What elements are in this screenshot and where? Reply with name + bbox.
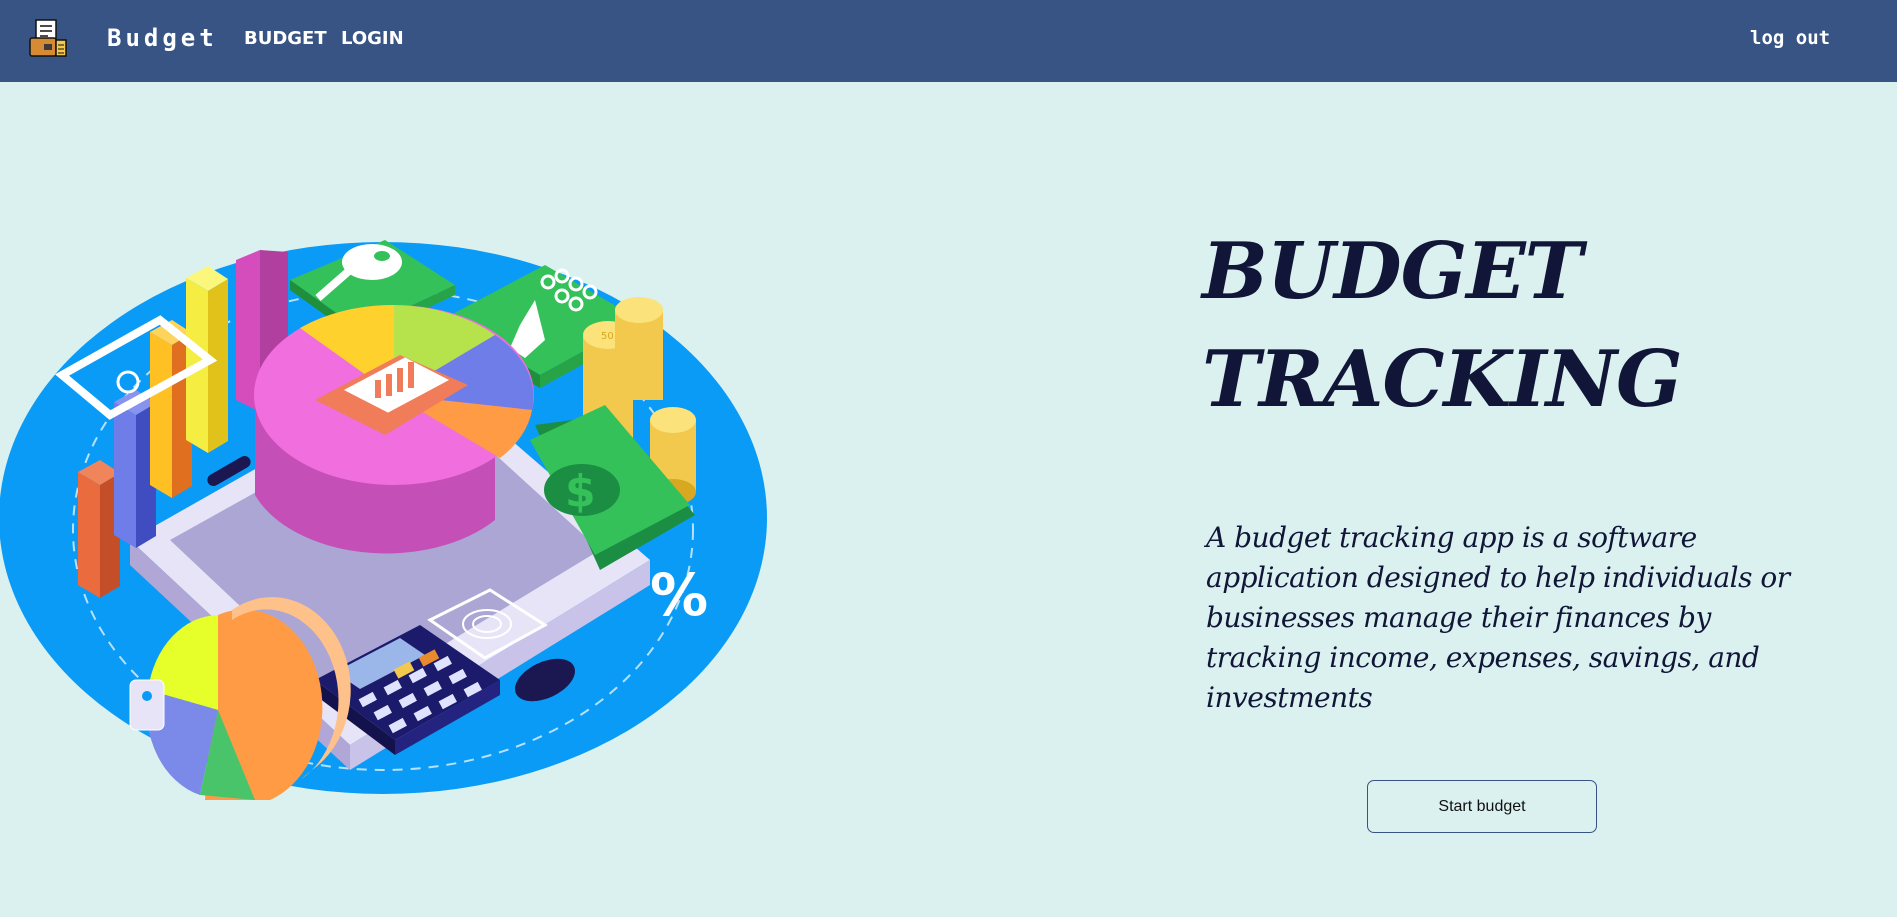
percent-symbol: %: [650, 561, 708, 629]
coin-label: 50: [601, 331, 614, 342]
pie-chart-3d-icon: [254, 304, 534, 554]
nav-link-login[interactable]: LOGIN: [341, 28, 404, 49]
brand-name[interactable]: Budget: [107, 24, 218, 52]
padlock-tag-icon: [129, 679, 165, 731]
budget-logo-icon[interactable]: [28, 18, 68, 60]
finance-isometric-illustration: 50 $ %: [0, 240, 767, 800]
top-navbar: Budget BUDGET LOGIN log out: [0, 0, 1897, 82]
start-budget-button[interactable]: Start budget: [1367, 780, 1597, 833]
hero-description: A budget tracking app is a software appl…: [1206, 521, 1790, 714]
nav-link-budget[interactable]: BUDGET: [244, 28, 327, 49]
hero-title: BUDGET TRACKING: [1202, 226, 1683, 425]
svg-text:$: $: [565, 466, 596, 517]
logout-link[interactable]: log out: [1750, 27, 1830, 49]
